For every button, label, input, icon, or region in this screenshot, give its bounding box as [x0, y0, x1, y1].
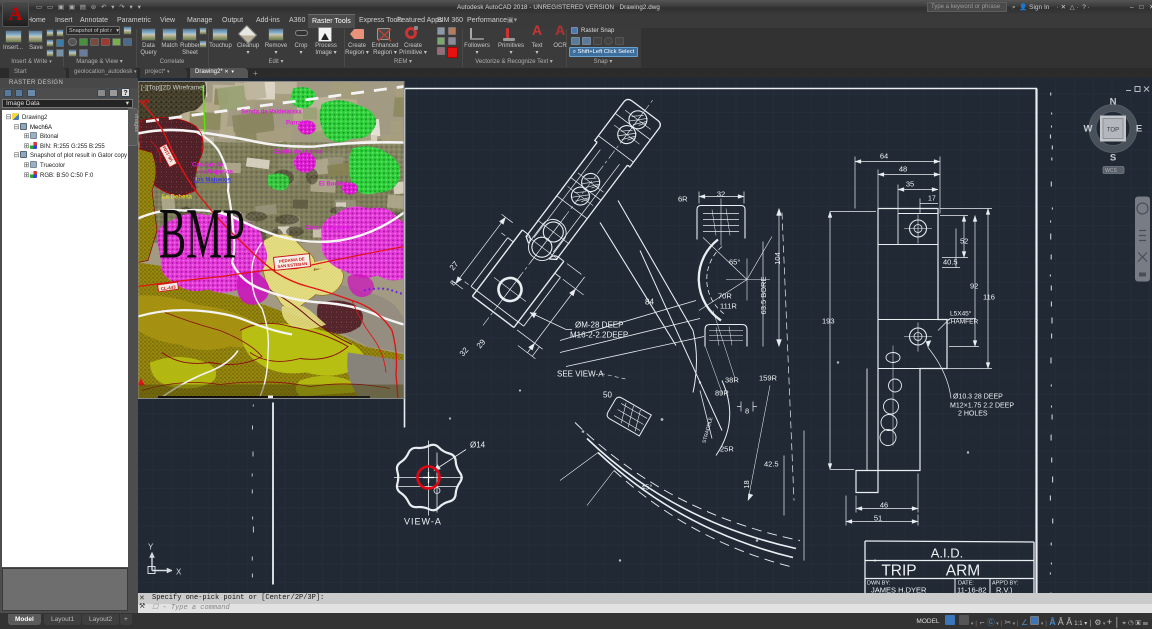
- svg-text:64: 64: [880, 151, 888, 160]
- svg-text:W: W: [1084, 123, 1093, 134]
- svg-text:45°: 45°: [641, 482, 652, 491]
- svg-text:89R: 89R: [715, 388, 729, 397]
- svg-text:R.V.): R.V.): [996, 585, 1013, 593]
- svg-text:104: 104: [773, 252, 782, 265]
- svg-text:63.5 BORE: 63.5 BORE: [759, 276, 768, 314]
- svg-text:VIEW-A: VIEW-A: [404, 516, 442, 526]
- svg-text:70R: 70R: [718, 291, 732, 300]
- svg-text:193: 193: [822, 316, 835, 325]
- svg-text:JAMES H.DYER: JAMES H.DYER: [871, 585, 927, 593]
- svg-text:X: X: [176, 567, 182, 576]
- svg-text:ØM-28 DEEP: ØM-28 DEEP: [575, 320, 623, 329]
- svg-text:.os Majuelos: .os Majuelos: [197, 169, 234, 175]
- svg-text:116: 116: [983, 292, 995, 301]
- svg-text:65°: 65°: [729, 257, 740, 266]
- svg-text:Ø10.3 28 DEEP: Ø10.3 28 DEEP: [953, 393, 1003, 400]
- svg-text:SEE VIEW-A: SEE VIEW-A: [557, 369, 604, 378]
- svg-text:40.5: 40.5: [943, 257, 958, 266]
- svg-text:6R: 6R: [678, 194, 688, 203]
- svg-text:84: 84: [645, 297, 654, 306]
- svg-text:[-][Top][2D Wireframe]: [-][Top][2D Wireframe]: [141, 84, 205, 91]
- svg-text:ARM: ARM: [946, 562, 980, 579]
- svg-text:Cotarra Manteca: Cotarra Manteca: [305, 225, 353, 231]
- svg-text:8: 8: [745, 406, 749, 415]
- svg-text:Casillas de: Casillas de: [192, 162, 224, 168]
- svg-text:11-16-82: 11-16-82: [957, 585, 986, 593]
- svg-text:2 HOLES: 2 HOLES: [958, 410, 988, 417]
- svg-text:92: 92: [970, 281, 978, 290]
- svg-text:159R: 159R: [759, 373, 778, 382]
- svg-text:CHAMFER: CHAMFER: [946, 318, 978, 325]
- svg-text:111R: 111R: [720, 301, 737, 310]
- svg-text:Los Majuelos: Los Majuelos: [193, 177, 232, 183]
- svg-text:A.I.D.: A.I.D.: [931, 545, 964, 560]
- svg-text:TOP: TOP: [1107, 127, 1119, 133]
- svg-text:52: 52: [960, 236, 968, 245]
- svg-text:TRIP: TRIP: [881, 562, 916, 579]
- svg-text:51: 51: [874, 513, 882, 522]
- svg-text:46: 46: [880, 500, 888, 509]
- svg-text:I.AR: I.AR: [139, 99, 150, 105]
- svg-text:E: E: [1136, 123, 1142, 134]
- svg-text:WCS: WCS: [1105, 168, 1117, 174]
- svg-text:18: 18: [742, 480, 751, 488]
- svg-text:35: 35: [906, 179, 914, 188]
- svg-text:S: S: [1110, 152, 1116, 163]
- svg-text:Images: Images: [133, 114, 138, 132]
- svg-text:M12×1.75 2.2 DEEP: M12×1.75 2.2 DEEP: [950, 402, 1014, 409]
- svg-text:25R: 25R: [720, 444, 734, 453]
- svg-text:L5X45°: L5X45°: [950, 309, 972, 317]
- svg-text:M16-2-2.2DEEP: M16-2-2.2DEEP: [570, 330, 628, 339]
- svg-text:Senda de Valdelaixxx: Senda de Valdelaixxx: [241, 109, 302, 115]
- svg-text:48: 48: [899, 164, 907, 173]
- svg-text:N: N: [1110, 96, 1117, 107]
- svg-text:Casilla de la cruz: Casilla de la cruz: [273, 149, 322, 155]
- svg-text:Y: Y: [148, 542, 154, 551]
- svg-text:32: 32: [717, 189, 725, 198]
- svg-text:El Bodión: El Bodión: [319, 181, 347, 187]
- svg-text:BMP: BMP: [159, 193, 245, 273]
- svg-text:Ø14: Ø14: [470, 440, 486, 449]
- svg-text:17: 17: [928, 195, 936, 202]
- svg-text:Parralejo: Parralejo: [286, 120, 312, 126]
- svg-text:50: 50: [603, 390, 612, 399]
- svg-text:38R: 38R: [725, 375, 739, 384]
- svg-text:42.5: 42.5: [764, 459, 779, 468]
